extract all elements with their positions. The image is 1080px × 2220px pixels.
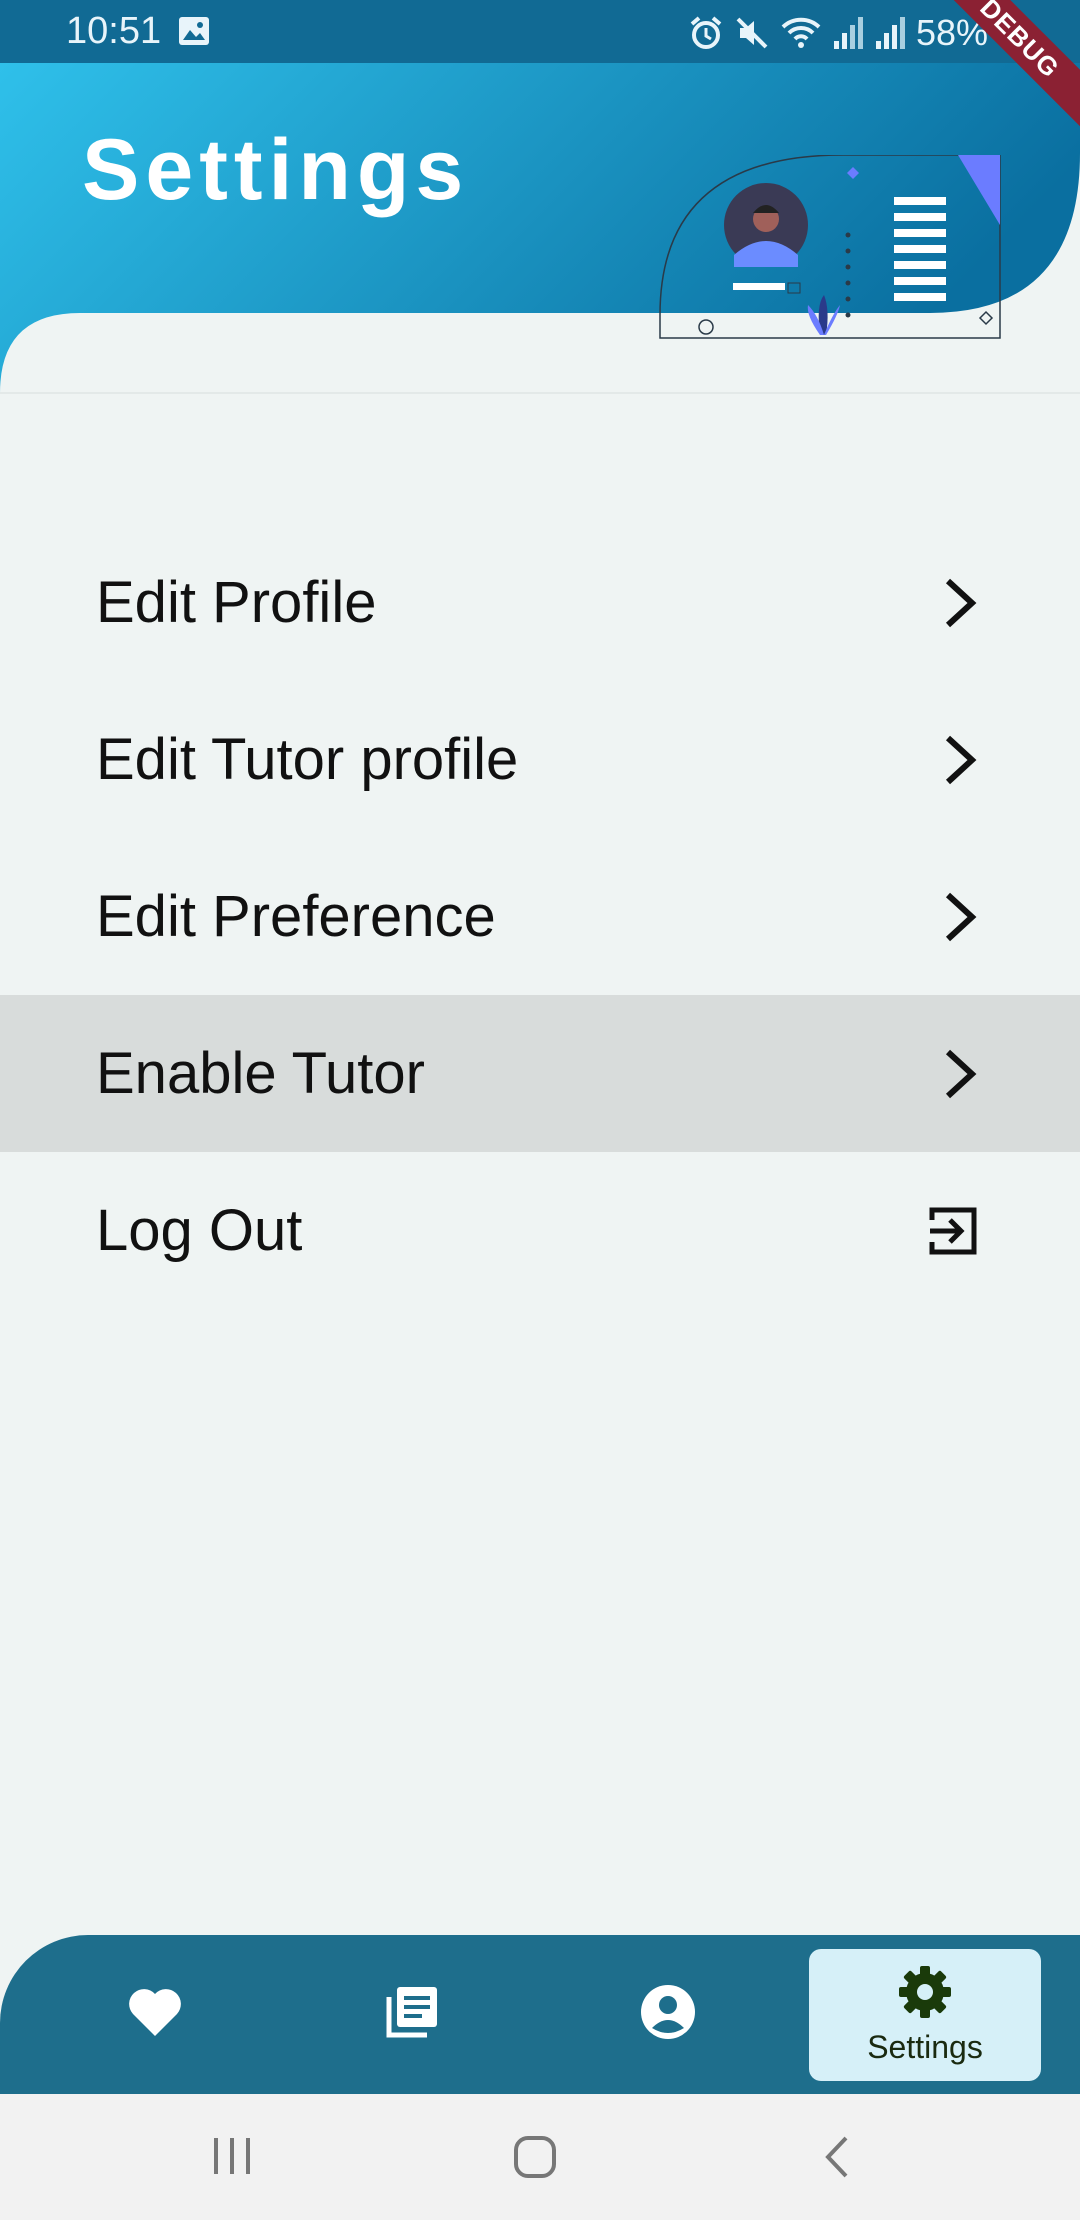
- menu-item-edit-preference[interactable]: Edit Preference: [0, 838, 1080, 995]
- account-circle-icon: [640, 1984, 696, 2045]
- system-nav-bar: [0, 2094, 1080, 2220]
- menu-item-label: Enable Tutor: [96, 1041, 425, 1106]
- chevron-right-icon: [940, 732, 980, 788]
- menu-item-label: Edit Tutor profile: [96, 727, 519, 792]
- article-icon: [383, 1983, 441, 2046]
- chevron-right-icon: [940, 1046, 980, 1102]
- status-icons: 58%: [688, 12, 988, 54]
- recent-apps-icon[interactable]: [210, 2134, 254, 2183]
- menu-item-edit-profile[interactable]: Edit Profile: [0, 524, 1080, 681]
- wifi-icon: [780, 15, 822, 51]
- page-title: Settings: [82, 122, 470, 218]
- chevron-right-icon: [940, 889, 980, 945]
- nav-settings-label: Settings: [867, 2029, 983, 2065]
- gear-icon: [897, 1964, 953, 2025]
- logout-icon: [928, 1206, 980, 1256]
- menu-item-label: Edit Preference: [96, 884, 496, 949]
- nav-settings[interactable]: Settings: [809, 1949, 1041, 2081]
- chevron-right-icon: [940, 575, 980, 631]
- profile-illustration: [659, 155, 1001, 339]
- settings-menu: Edit Profile Edit Tutor profile Edit Pre…: [0, 524, 1080, 1309]
- alarm-icon: [688, 15, 724, 51]
- status-bar: 10:51 58% DEBUG: [0, 0, 1080, 145]
- nav-profile[interactable]: [568, 1935, 768, 2094]
- nav-articles[interactable]: [312, 1935, 512, 2094]
- header-divider: [0, 392, 1080, 394]
- back-icon[interactable]: [822, 2134, 852, 2185]
- header: Settings: [0, 63, 1080, 393]
- menu-item-log-out[interactable]: Log Out: [0, 1152, 1080, 1309]
- menu-item-label: Log Out: [96, 1198, 303, 1263]
- bottom-nav: Settings: [0, 1935, 1080, 2094]
- home-icon[interactable]: [512, 2134, 558, 2185]
- mute-icon: [734, 15, 770, 51]
- image-icon: [178, 16, 210, 51]
- menu-item-edit-tutor-profile[interactable]: Edit Tutor profile: [0, 681, 1080, 838]
- menu-item-label: Edit Profile: [96, 570, 377, 635]
- menu-item-enable-tutor[interactable]: Enable Tutor: [0, 995, 1080, 1152]
- nav-favorites[interactable]: [55, 1935, 255, 2094]
- status-time: 10:51: [66, 10, 162, 52]
- signal-icon: [874, 15, 906, 51]
- signal-icon: [832, 15, 864, 51]
- heart-icon: [127, 1986, 183, 2043]
